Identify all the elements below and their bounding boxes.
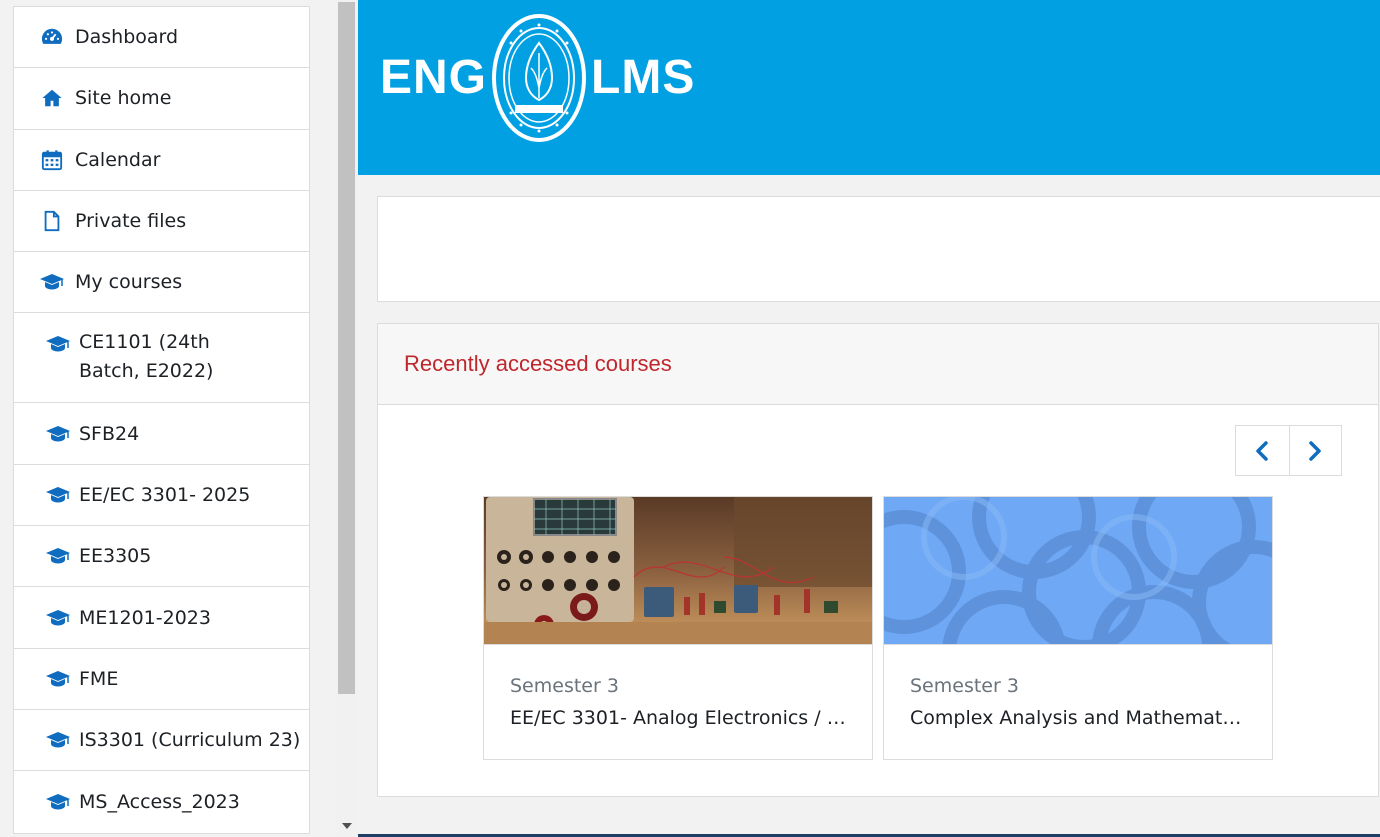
nav-list: Dashboard Site home Calendar Private fil… <box>13 6 310 834</box>
empty-card <box>377 196 1380 302</box>
nav-item-label: Calendar <box>75 148 161 171</box>
scrollbar-thumb[interactable] <box>338 2 355 694</box>
course-body: Semester 3 EE/EC 3301- Analog Electronic… <box>484 644 872 729</box>
home-icon <box>40 86 64 110</box>
nav-course-label: EE3305 <box>79 545 152 568</box>
course-card[interactable]: Semester 3 Complex Analysis and Mathemat… <box>883 496 1273 760</box>
nav-course-label: IS3301 (Curriculum 23) <box>79 729 301 752</box>
nav-item-label: Site home <box>75 87 172 110</box>
nav-course-label: CE1101 (24th Batch, E2022) <box>79 331 214 383</box>
graduation-cap-icon <box>46 544 70 568</box>
graduation-cap-icon <box>46 667 70 691</box>
nav-course-fme[interactable]: FME <box>14 649 309 710</box>
nav-course-label: MS_Access_2023 <box>79 790 240 813</box>
nav-course-label: EE/EC 3301- 2025 <box>79 483 251 506</box>
course-body: Semester 3 Complex Analysis and Mathemat… <box>884 644 1272 729</box>
nav-item-site-home[interactable]: Site home <box>14 68 309 130</box>
logo-text-right: LMS <box>591 51 696 104</box>
chevron-left-icon <box>1256 440 1268 461</box>
dashboard-icon <box>40 25 64 49</box>
nav-course-ee-ec-3301[interactable]: EE/EC 3301- 2025 <box>14 465 309 527</box>
course-category: Semester 3 <box>910 675 1019 697</box>
nav-course-sfb24[interactable]: SFB24 <box>14 403 309 465</box>
nav-course-ee3305[interactable]: EE3305 <box>14 526 309 588</box>
nav-course-ce1101[interactable]: CE1101 (24th Batch, E2022) <box>14 313 309 404</box>
nav-item-label: Dashboard <box>75 26 179 49</box>
nav-course-is3301[interactable]: IS3301 (Curriculum 23) <box>14 710 309 772</box>
logo-text-left: ENG <box>380 51 488 104</box>
graduation-cap-icon <box>46 790 70 814</box>
block-header: Recently accessed courses <box>378 324 1378 405</box>
course-image[interactable] <box>884 497 1272 644</box>
nav-scrollbar[interactable] <box>336 0 358 837</box>
nav-course-label: SFB24 <box>79 422 140 445</box>
nav-item-my-courses[interactable]: My courses <box>14 252 309 314</box>
nav-item-label: Private files <box>75 210 187 233</box>
file-icon <box>40 209 64 233</box>
next-button[interactable] <box>1288 426 1342 475</box>
recent-courses-block: Recently accessed courses Semester 3 EE/… <box>377 323 1379 797</box>
calendar-icon <box>40 148 64 172</box>
nav-course-label: ME1201-2023 <box>79 606 211 629</box>
graduation-cap-icon <box>40 270 64 294</box>
block-title: Recently accessed courses <box>404 351 672 376</box>
nav-course-label: FME <box>79 667 119 690</box>
course-name-link[interactable]: Complex Analysis and Mathematical Method… <box>910 707 1246 729</box>
graduation-cap-icon <box>46 606 70 630</box>
scroll-down-arrow-icon[interactable] <box>342 823 352 829</box>
chevron-right-icon <box>1309 440 1321 461</box>
nav-course-ms-access[interactable]: MS_Access_2023 <box>14 771 309 832</box>
graduation-cap-icon <box>46 332 70 356</box>
carousel-pager <box>1235 425 1342 476</box>
course-category: Semester 3 <box>510 675 619 697</box>
course-card[interactable]: Semester 3 EE/EC 3301- Analog Electronic… <box>483 496 873 760</box>
nav-course-me1201[interactable]: ME1201-2023 <box>14 587 309 649</box>
nav-item-private-files[interactable]: Private files <box>14 191 309 253</box>
graduation-cap-icon <box>46 422 70 446</box>
previous-button[interactable] <box>1236 426 1289 475</box>
nav-item-dashboard[interactable]: Dashboard <box>14 7 309 69</box>
header-banner: ENG LMS <box>358 0 1380 175</box>
course-image[interactable] <box>484 497 872 644</box>
nav-item-calendar[interactable]: Calendar <box>14 130 309 191</box>
nav-drawer: Dashboard Site home Calendar Private fil… <box>0 0 336 837</box>
graduation-cap-icon <box>46 728 70 752</box>
university-seal-icon <box>492 13 587 142</box>
nav-item-label: My courses <box>75 271 183 294</box>
graduation-cap-icon <box>46 483 70 507</box>
site-logo[interactable]: ENG LMS <box>380 10 695 145</box>
course-name-link[interactable]: EE/EC 3301- Analog Electronics / 2025 <box>510 707 846 729</box>
